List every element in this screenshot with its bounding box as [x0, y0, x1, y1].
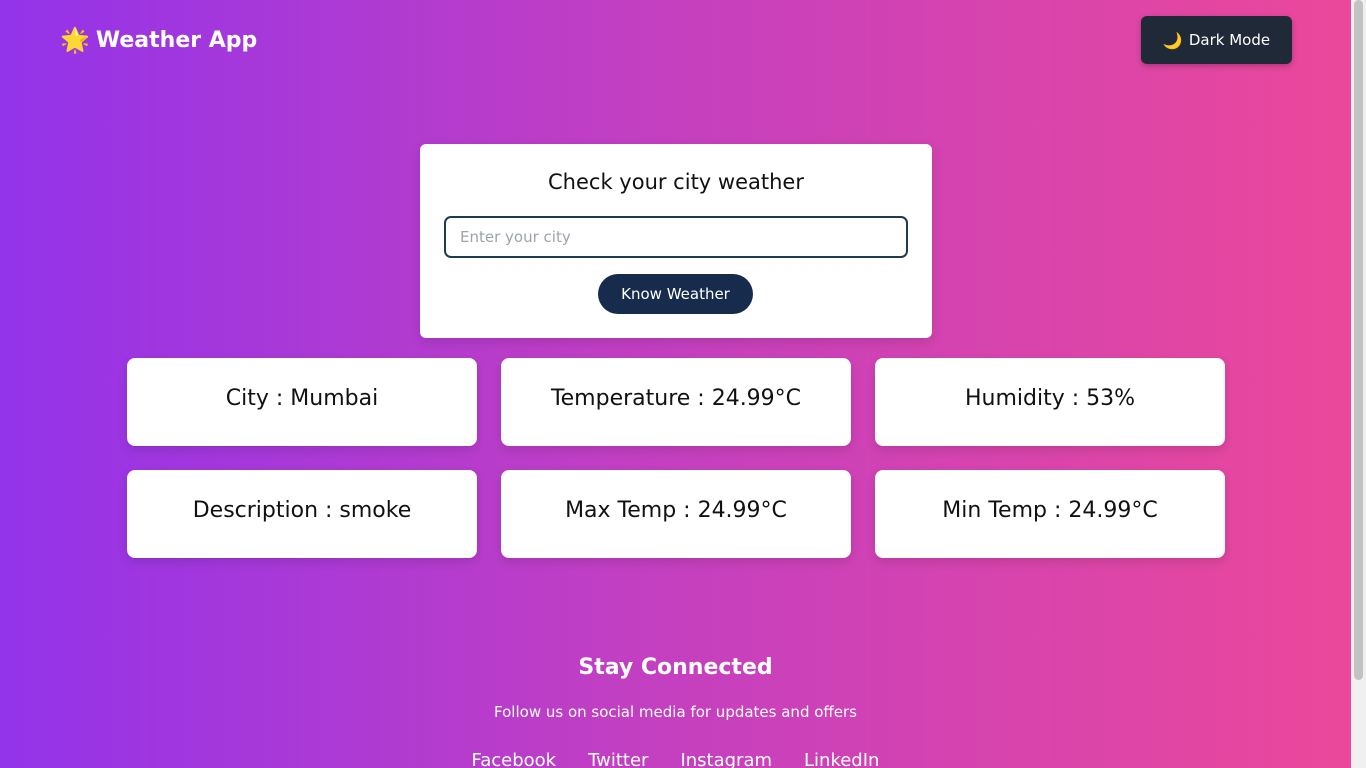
- page-scrollbar[interactable]: [1351, 0, 1366, 768]
- page: 🌟 Weather App 🌙 Dark Mode Check your cit…: [0, 0, 1351, 768]
- search-card: Check your city weather Know Weather: [420, 144, 932, 338]
- moon-icon: 🌙: [1162, 30, 1183, 50]
- social-links: Facebook Twitter Instagram LinkedIn: [0, 750, 1351, 768]
- instagram-link[interactable]: Instagram: [680, 750, 772, 768]
- city-card: City : Mumbai: [127, 358, 477, 446]
- description-card: Description : smoke: [127, 470, 477, 558]
- footer-subtitle: Follow us on social media for updates an…: [494, 703, 857, 721]
- linkedin-link[interactable]: LinkedIn: [804, 750, 879, 768]
- facebook-link[interactable]: Facebook: [472, 750, 557, 768]
- dark-mode-label: Dark Mode: [1188, 31, 1271, 49]
- temperature-card: Temperature : 24.99°C: [501, 358, 851, 446]
- search-title: Check your city weather: [548, 170, 804, 194]
- scrollbar-thumb[interactable]: [1354, 0, 1363, 680]
- max-temp-card: Max Temp : 24.99°C: [501, 470, 851, 558]
- brand: 🌟 Weather App: [60, 24, 257, 56]
- star-icon: 🌟: [60, 26, 90, 54]
- min-temp-card: Min Temp : 24.99°C: [875, 470, 1225, 558]
- humidity-card: Humidity : 53%: [875, 358, 1225, 446]
- twitter-link[interactable]: Twitter: [588, 750, 648, 768]
- brand-title: Weather App: [95, 27, 258, 53]
- city-input[interactable]: [444, 216, 908, 258]
- footer-title: Stay Connected: [578, 655, 773, 680]
- dark-mode-button[interactable]: 🌙 Dark Mode: [1141, 16, 1292, 64]
- know-weather-button[interactable]: Know Weather: [598, 274, 753, 314]
